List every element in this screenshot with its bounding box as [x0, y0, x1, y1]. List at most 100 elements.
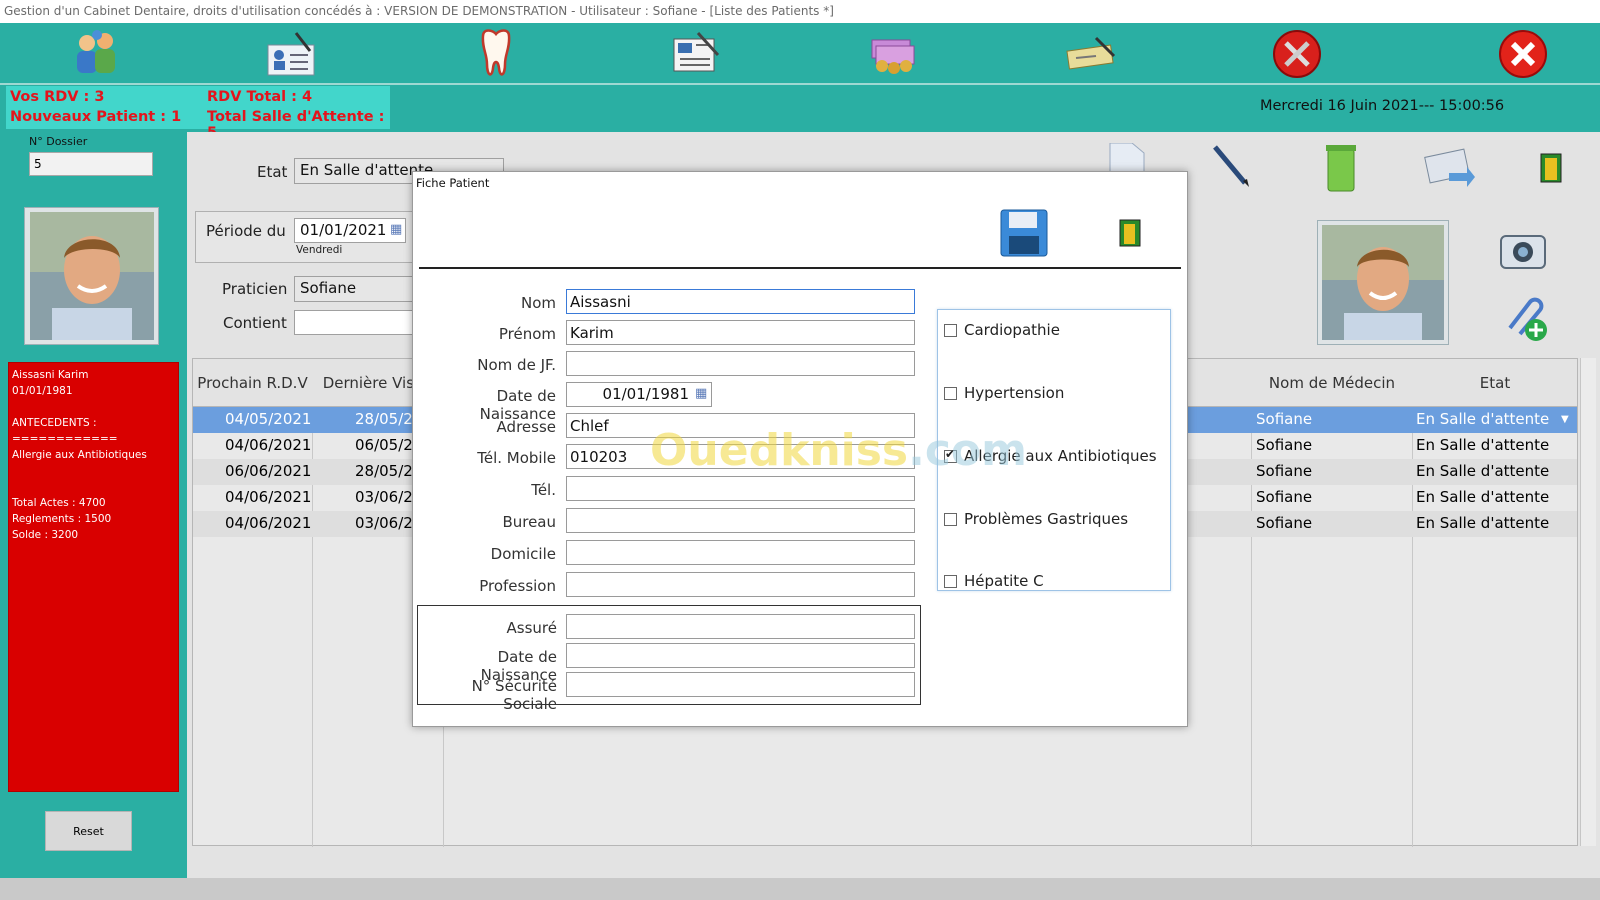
checkbox-label: Hypertension: [964, 384, 1065, 402]
dialog-title: Fiche Patient: [416, 176, 490, 190]
cell-medecin: Sofiane: [1256, 462, 1313, 480]
nouveaux-patient-count: Nouveaux Patient : 1: [10, 109, 182, 125]
cell-medecin: Sofiane: [1256, 488, 1313, 506]
patient-summary-panel: Aissasni Karim 01/01/1981 ANTECEDENTS : …: [8, 362, 179, 792]
nom-field[interactable]: [566, 289, 915, 314]
table-scrollbar[interactable]: [1580, 358, 1596, 846]
nom-jf-label: Nom de JF.: [477, 356, 556, 374]
contient-label: Contient: [223, 314, 287, 332]
tooth-icon[interactable]: [468, 27, 524, 81]
status-bar: [0, 878, 1600, 900]
cell-derniere: 06/05/2: [355, 436, 413, 454]
etat-label: Etat: [257, 163, 288, 181]
camera-icon[interactable]: [1497, 226, 1549, 276]
summary-spacer: [12, 463, 175, 495]
securite-sociale-field[interactable]: [566, 672, 915, 697]
prenom-field[interactable]: [566, 320, 915, 345]
assurance-group: Assuré Date de Naissance N° Sécurité Soc…: [417, 605, 921, 713]
domicile-label: Domicile: [490, 545, 556, 563]
checkbox-hypertension[interactable]: Hypertension: [944, 384, 1064, 402]
adresse-label: Adresse: [496, 418, 556, 436]
nom-label: Nom: [520, 294, 556, 312]
cell-prochain: 06/06/2021: [225, 462, 312, 480]
agenda-book-icon[interactable]: [668, 27, 724, 81]
cell-prochain: 04/05/2021: [225, 410, 312, 428]
calendar-icon[interactable]: ▦: [390, 222, 402, 237]
column-header[interactable]: Prochain R.D.V: [193, 359, 312, 407]
checkbox-box[interactable]: [944, 574, 957, 588]
exit-door-icon[interactable]: [1539, 153, 1563, 187]
cell-etat: En Salle d'attente: [1416, 436, 1550, 454]
dossier-number-field[interactable]: [29, 152, 153, 176]
assure-field[interactable]: [566, 614, 915, 639]
profession-label: Profession: [479, 577, 556, 595]
checkbox-box[interactable]: [944, 386, 957, 400]
cell-derniere: 03/06/2: [355, 488, 413, 506]
watermark-logo: Ouedkniss.com: [650, 425, 1027, 476]
date-naissance-field[interactable]: 01/01/1981: [566, 382, 712, 407]
reset-button[interactable]: Reset: [45, 811, 132, 851]
nom-jf-field[interactable]: [566, 351, 915, 376]
stats-banner: Vos RDV : 3 Nouveaux Patient : 1 RDV Tot…: [6, 86, 390, 141]
cell-medecin: Sofiane: [1256, 410, 1313, 428]
attach-add-icon[interactable]: [1500, 292, 1550, 346]
dossier-icon[interactable]: [264, 27, 320, 81]
cell-etat: En Salle d'attente: [1416, 410, 1550, 428]
money-icon[interactable]: [866, 27, 922, 81]
current-datetime: Mercredi 16 Juin 2021--- 15:00:56: [1260, 98, 1505, 114]
checkbox-cardiopathie[interactable]: Cardiopathie: [944, 321, 1060, 339]
exit-door-icon[interactable]: [1119, 219, 1141, 251]
cell-prochain: 04/06/2021: [225, 436, 312, 454]
checkbox-box[interactable]: [944, 323, 957, 337]
tel-label: Tél.: [531, 481, 556, 499]
close-app-icon[interactable]: [1495, 27, 1551, 81]
cell-medecin: Sofiane: [1256, 436, 1313, 454]
summary-line: 01/01/1981: [12, 385, 73, 397]
rdv-total-count: RDV Total : 4: [207, 89, 313, 105]
summary-spacer: [12, 399, 175, 415]
patient-photo-large: [1317, 220, 1449, 345]
save-icon[interactable]: [999, 208, 1049, 262]
profession-field[interactable]: [566, 572, 915, 597]
cell-derniere: 28/05/2: [355, 410, 413, 428]
settings-tools-icon[interactable]: [1269, 27, 1325, 81]
tel-mobile-label: Tél. Mobile: [477, 449, 556, 467]
assure-naissance-field[interactable]: [566, 643, 915, 668]
checkbox-box[interactable]: [944, 512, 957, 526]
trash-icon[interactable]: [1324, 143, 1358, 197]
cell-etat: En Salle d'attente: [1416, 514, 1550, 532]
checkbox-label: Cardiopathie: [964, 321, 1060, 339]
praticien-select[interactable]: Sofiane: [294, 276, 414, 302]
tel-field[interactable]: [566, 476, 915, 501]
summary-line: ANTECEDENTS :: [12, 417, 97, 429]
cell-derniere: 28/05/2: [355, 462, 413, 480]
window-title: Gestion d'un Cabinet Dentaire, droits d'…: [0, 0, 1600, 23]
cheque-icon[interactable]: [1064, 27, 1120, 81]
edit-pen-icon[interactable]: [1211, 143, 1257, 193]
bureau-field[interactable]: [566, 508, 915, 533]
checkbox-hepatite-c[interactable]: Hépatite C: [944, 572, 1044, 590]
mail-send-icon[interactable]: [1423, 143, 1475, 193]
row-dropdown-icon[interactable]: ▼: [1561, 414, 1569, 425]
summary-line: Reglements : 1500: [12, 513, 112, 525]
calendar-icon[interactable]: ▦: [695, 386, 707, 401]
contient-field[interactable]: [294, 310, 414, 335]
periode-label: Période du: [206, 222, 286, 240]
domicile-field[interactable]: [566, 540, 915, 565]
patient-photo: [24, 207, 159, 345]
checkbox-label: Hépatite C: [964, 572, 1044, 590]
assure-label: Assuré: [506, 619, 557, 637]
dialog-divider: [419, 267, 1181, 269]
main-toolbar: [0, 23, 1600, 85]
patients-icon[interactable]: [67, 27, 123, 81]
dossier-label: N° Dossier: [29, 135, 88, 148]
summary-line: Solde : 3200: [12, 529, 79, 541]
column-header[interactable]: Nom de Médecin: [1252, 359, 1412, 407]
checkbox-problemes-gastriques[interactable]: Problèmes Gastriques: [944, 510, 1128, 528]
summary-line: Allergie aux Antibiotiques: [12, 449, 147, 461]
securite-sociale-label: N° Sécurité Sociale: [471, 677, 557, 713]
cell-etat: En Salle d'attente: [1416, 462, 1550, 480]
cell-etat: En Salle d'attente: [1416, 488, 1550, 506]
column-header[interactable]: Etat: [1413, 359, 1577, 407]
bureau-label: Bureau: [502, 513, 556, 531]
